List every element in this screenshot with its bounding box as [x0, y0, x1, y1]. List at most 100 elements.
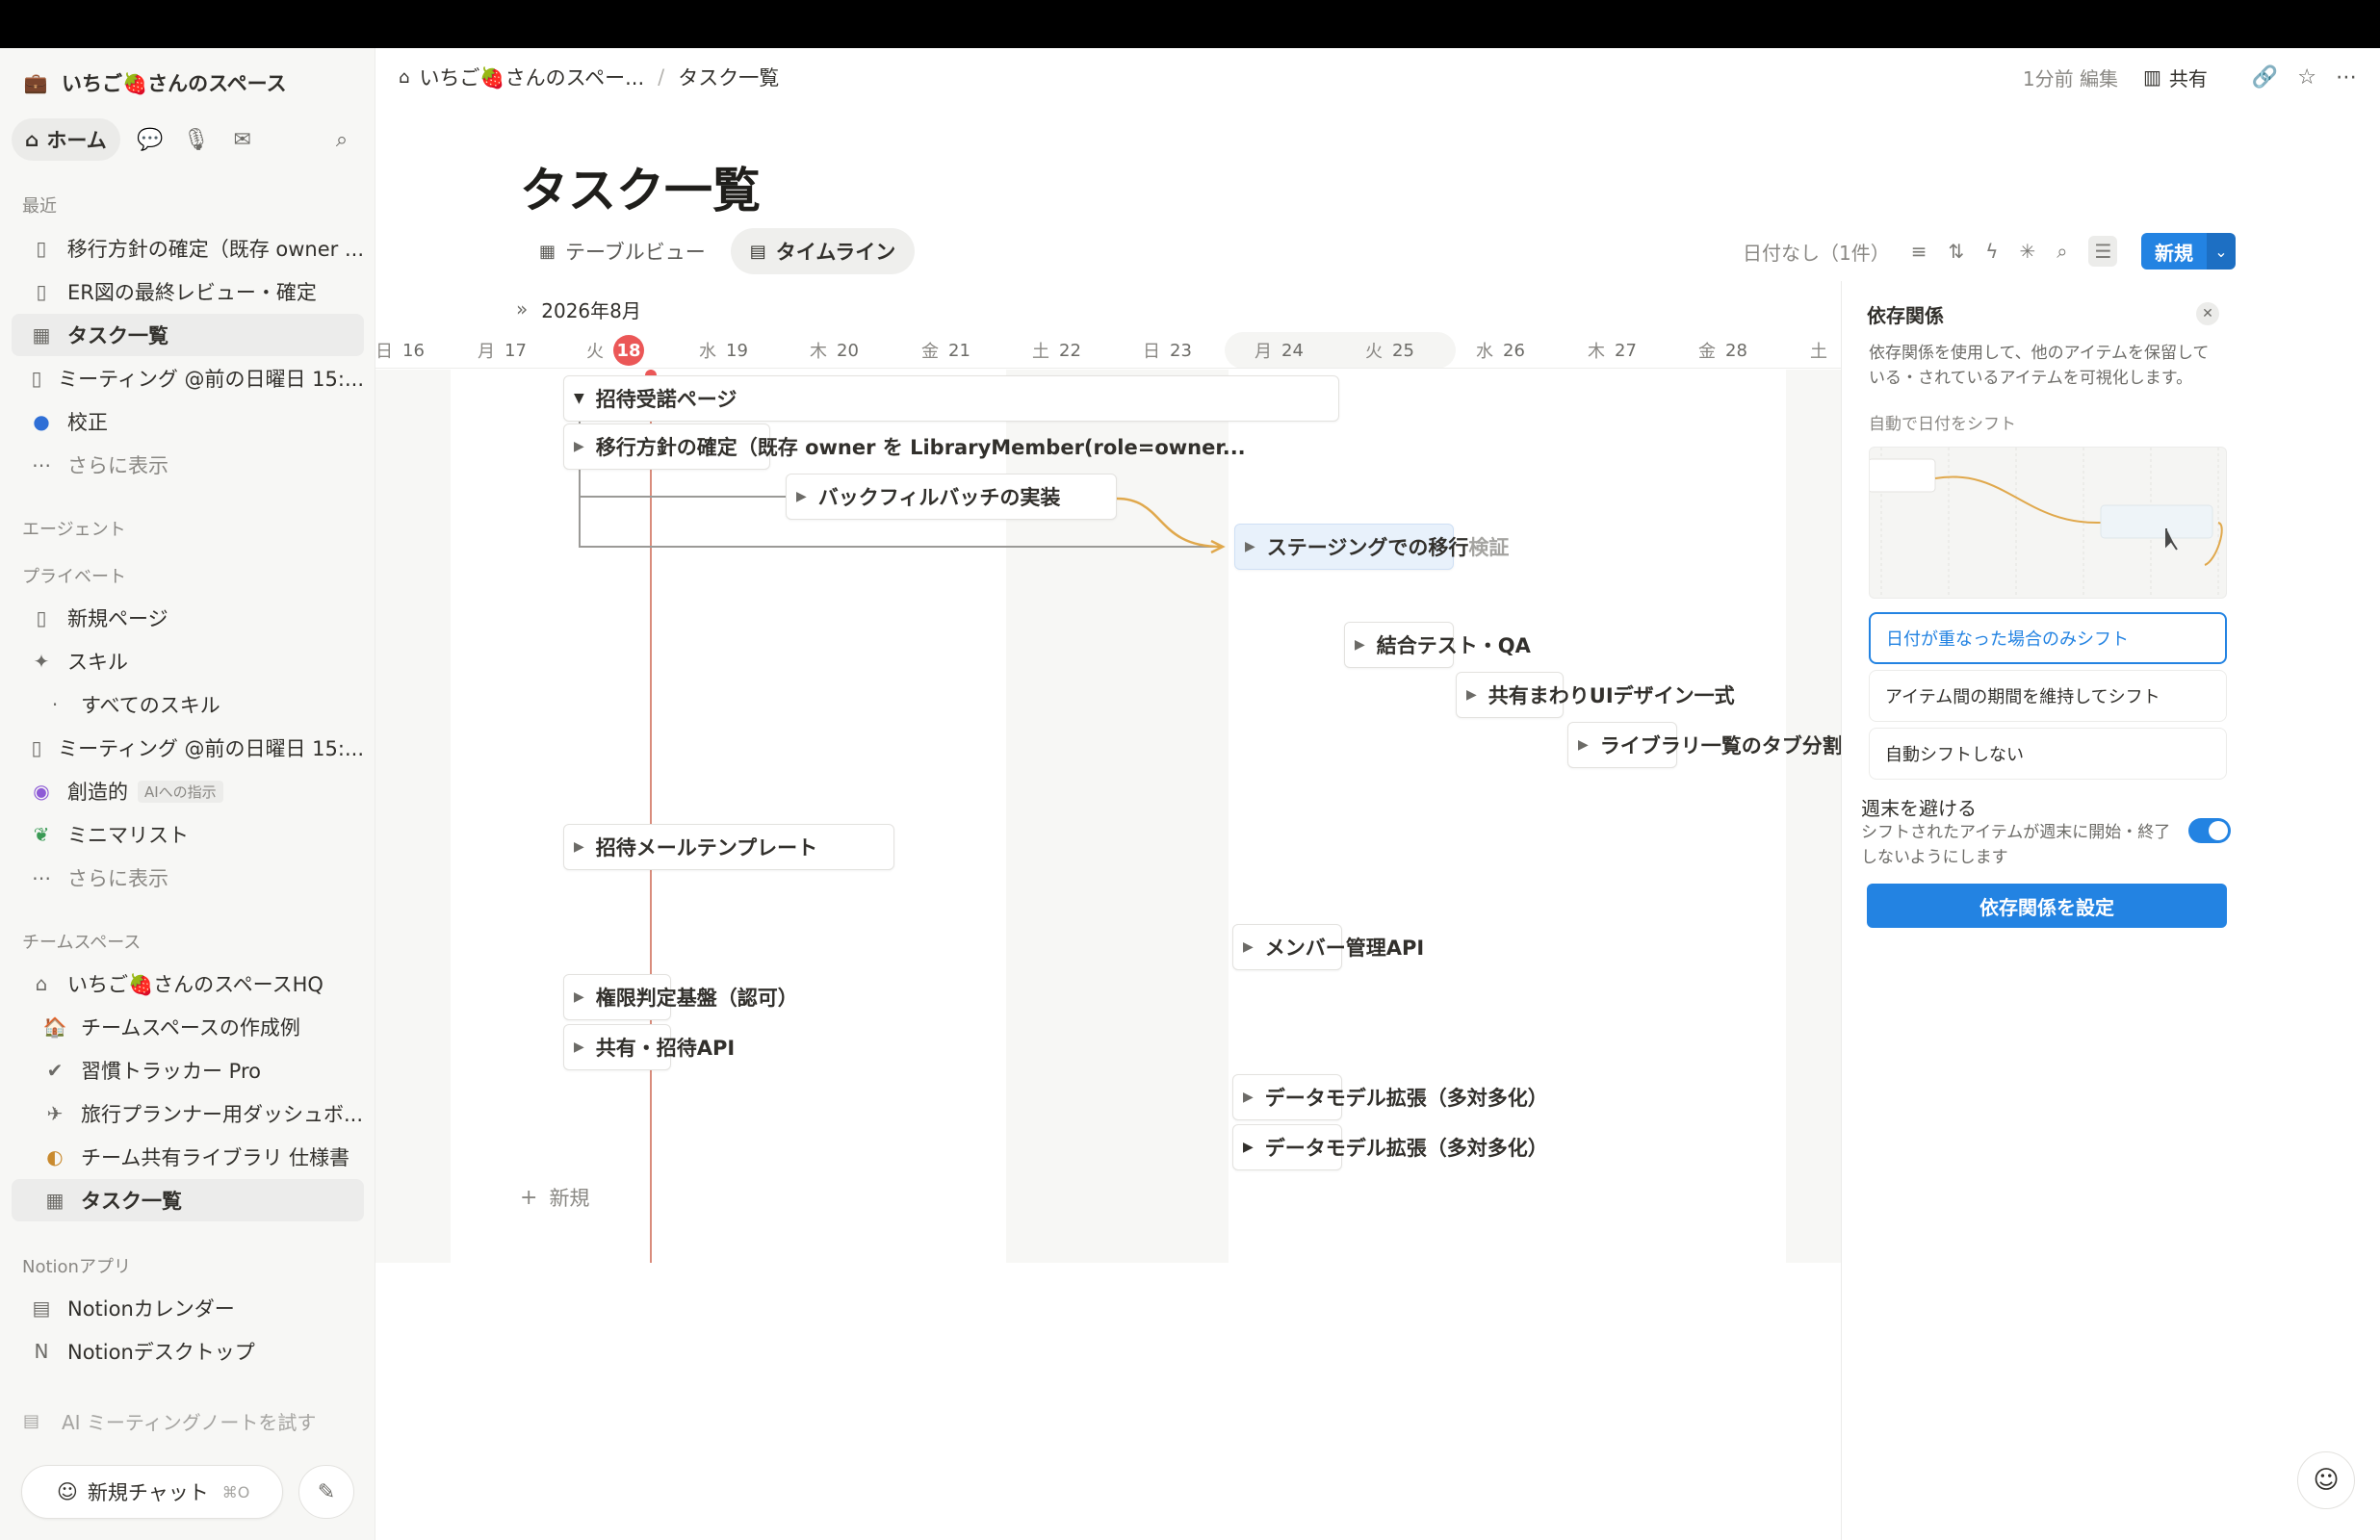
timeline-item[interactable]: ▶ 移行方針の確定（既存 owner を LibraryMember(role=o… — [563, 424, 1246, 470]
timeline-item[interactable]: ▶ メンバー管理API — [1232, 924, 1424, 970]
settings-sliders-icon[interactable]: ☰ — [2088, 236, 2118, 267]
sidebar-item-app-1[interactable]: N Notionデスクトップ — [12, 1330, 364, 1373]
sidebar-item-label: チーム共有ライブラリ 仕様書 — [81, 1146, 350, 1169]
timeline-grid[interactable]: ▼ 招待受諾ページ ▶ 移行方針の確定（既存 owner を LibraryMemb… — [375, 370, 1841, 1263]
sidebar-item-private-0[interactable]: ▯ 新規ページ — [12, 597, 364, 639]
triangle-right-icon[interactable]: ▶ — [1243, 1140, 1254, 1155]
timeline-month: » 2026年8月 — [516, 295, 641, 323]
sidebar-item-private-1[interactable]: ✦ スキル — [12, 640, 364, 682]
new-button-label[interactable]: 新規 — [2141, 233, 2207, 270]
sidebar-item-recent-2[interactable]: ▦ タスク一覧 — [12, 314, 364, 356]
calendar-icon: ▤ — [32, 1296, 51, 1320]
triangle-right-icon[interactable]: ▶ — [796, 489, 807, 504]
shift-option-none[interactable]: 自動シフトしない — [1869, 728, 2227, 780]
sidebar-item-app-0[interactable]: ▤ Notionカレンダー — [12, 1287, 364, 1329]
sidebar-item-team-1[interactable]: 🏠 チームスペースの作成例 — [12, 1006, 364, 1048]
set-dependency-button[interactable]: 依存関係を設定 — [1867, 884, 2227, 928]
new-button[interactable]: 新規 ⌄ — [2141, 233, 2236, 270]
home-button[interactable]: ⌂ ホーム — [12, 118, 120, 161]
sidebar-item-recent-4[interactable]: ● 校正 — [12, 400, 364, 443]
page-title[interactable]: タスク一覧 — [520, 152, 761, 221]
triangle-right-icon[interactable]: ▶ — [574, 1040, 584, 1055]
timeline-item[interactable]: ▶ 権限判定基盤（認可） — [563, 974, 798, 1020]
triangle-down-icon[interactable]: ▼ — [574, 391, 584, 406]
help-assistant-button[interactable]: ☺ — [2297, 1451, 2355, 1509]
sidebar-item-recent-0[interactable]: ▯ 移行方針の確定（既存 owner ... — [12, 227, 364, 270]
timeline-item-selected[interactable]: ▶ ステージングでの移行 検証 — [1234, 524, 1509, 570]
triangle-right-icon[interactable]: ▶ — [1355, 637, 1365, 653]
sidebar-item-recent-3[interactable]: ▯ ミーティング @前の日曜日 15:... — [12, 357, 364, 399]
timeline-item[interactable]: ▼ 招待受諾ページ — [563, 375, 1339, 422]
sidebar-item-team-3[interactable]: ✈ 旅行プランナー用ダッシュボ... — [12, 1092, 364, 1135]
timeline-item[interactable]: ▶ データモデル拡張（多対多化） — [1232, 1074, 1548, 1120]
shift-option-overlap[interactable]: 日付が重なった場合のみシフト — [1869, 612, 2227, 664]
triangle-right-icon[interactable]: ▶ — [1578, 737, 1589, 753]
triangle-right-icon[interactable]: ▶ — [1243, 1090, 1254, 1105]
sidebar-item-private-4[interactable]: ◉ 創造的 AIへの指示 — [12, 770, 364, 812]
agent-section-label[interactable]: エージェント — [22, 516, 126, 541]
search-icon[interactable]: ⌕ — [325, 123, 358, 156]
triangle-right-icon[interactable]: ▶ — [1466, 687, 1477, 703]
sidebar-item-private-3[interactable]: ▯ ミーティング @前の日曜日 15:... — [12, 727, 364, 769]
triangle-right-icon[interactable]: ▶ — [1243, 939, 1254, 955]
sidebar-item-label: Notionカレンダー — [67, 1297, 235, 1321]
sidebar-item-team-2[interactable]: ✔ 習慣トラッカー Pro — [12, 1049, 364, 1091]
more-icon[interactable]: ⋯ — [2336, 65, 2357, 90]
inbox-icon[interactable]: ✉ — [226, 123, 259, 156]
expand-chevrons-icon[interactable]: » — [516, 297, 528, 321]
sort-icon[interactable]: ⇅ — [1949, 240, 1965, 263]
sidebar-show-more-private[interactable]: ⋯ さらに表示 — [12, 857, 364, 899]
filter-icon[interactable]: ≡ — [1911, 240, 1927, 263]
sidebar-item-team-5[interactable]: ▦ タスク一覧 — [12, 1179, 364, 1221]
sidebar-item-recent-1[interactable]: ▯ ER図の最終レビュー・確定 — [12, 270, 364, 313]
timeline-item[interactable]: ▶ 結合テスト・QA — [1344, 622, 1531, 668]
weekend-toggle[interactable] — [2188, 818, 2231, 843]
day-column-header: 木 27 — [1588, 332, 1637, 369]
day-column-header: 水 26 — [1476, 332, 1525, 369]
shift-option-keep-gap[interactable]: アイテム間の期間を維持してシフト — [1869, 670, 2227, 722]
triangle-right-icon[interactable]: ▶ — [574, 989, 584, 1005]
link-icon[interactable]: 🔗 — [2252, 65, 2278, 90]
no-date-button[interactable]: 日付なし（1件） — [1743, 238, 1890, 266]
sidebar-item-label: スキル — [67, 651, 128, 674]
star-icon[interactable]: ☆ — [2297, 65, 2316, 90]
teamspace-section-label[interactable]: チームスペース — [22, 929, 141, 954]
ai-instruction-tag: AIへの指示 — [138, 780, 223, 803]
chevron-down-icon[interactable]: ⌄ — [2207, 233, 2236, 270]
timeline-item[interactable]: ▶ バックフィルバッチの実装 — [786, 474, 1117, 520]
timeline-item[interactable]: ▶ 共有まわりUIデザイン一式 — [1456, 672, 1735, 718]
automation-icon[interactable]: ϟ — [1985, 240, 1998, 263]
meeting-notes-icon[interactable]: 🎙 — [180, 123, 213, 156]
timeline-item[interactable]: ▶ 招待メールテンプレート — [563, 824, 894, 870]
sidebar-item-private-5[interactable]: ❦ ミニマリスト — [12, 813, 364, 856]
triangle-right-icon[interactable]: ▶ — [1245, 539, 1255, 554]
breadcrumb-root[interactable]: いちご🍓さんのスペー... — [419, 63, 644, 91]
ai-meeting-notes-link[interactable]: ▤ AI ミーティングノートを試す — [23, 1407, 316, 1435]
timeline-item[interactable]: ▶ 共有・招待API — [563, 1024, 735, 1070]
compose-button[interactable]: ✎ — [298, 1465, 354, 1519]
sidebar-item-private-2[interactable]: · すべてのスキル — [12, 683, 364, 726]
chat-bubble-icon[interactable]: 💬 — [134, 123, 167, 156]
share-button[interactable]: ▥ 共有 — [2143, 64, 2208, 91]
last-edited[interactable]: 1分前 編集 — [2023, 64, 2118, 91]
day-column-header: 日 16 — [375, 332, 425, 369]
sidebar-item-team-0[interactable]: ⌂ いちご🍓さんのスペースHQ — [12, 962, 364, 1005]
private-section-label[interactable]: プライベート — [22, 563, 126, 588]
triangle-right-icon[interactable]: ▶ — [574, 839, 584, 855]
tab-table-view[interactable]: ▦ テーブルビュー — [520, 228, 725, 274]
add-new-item[interactable]: + 新規 — [520, 1183, 589, 1212]
triangle-right-icon[interactable]: ▶ — [574, 439, 584, 454]
close-button[interactable]: ✕ — [2196, 302, 2219, 325]
view-tabs: ▦ テーブルビュー ▤ タイムライン — [520, 227, 920, 275]
new-chat-button[interactable]: ☺ 新規チャット ⌘O — [21, 1465, 283, 1519]
breadcrumb-current[interactable]: タスク一覧 — [678, 63, 779, 91]
timeline-item[interactable]: ▶ データモデル拡張（多対多化） — [1232, 1124, 1548, 1170]
workspace-switcher[interactable]: 💼 いちご🍓さんのスペース — [23, 64, 287, 102]
sparkle-icon[interactable]: ✳ — [2019, 240, 2035, 263]
timeline-item[interactable]: ▶ ライブラリ一覧のタブ分割 — [1567, 722, 1841, 768]
sidebar-item-team-4[interactable]: ◐ チーム共有ライブラリ 仕様書 — [12, 1136, 364, 1178]
tab-timeline[interactable]: ▤ タイムライン — [730, 228, 916, 274]
breadcrumb-separator: / — [658, 65, 665, 89]
sidebar-show-more-recent[interactable]: ⋯ さらに表示 — [12, 444, 364, 486]
search-icon[interactable]: ⌕ — [2057, 240, 2067, 263]
